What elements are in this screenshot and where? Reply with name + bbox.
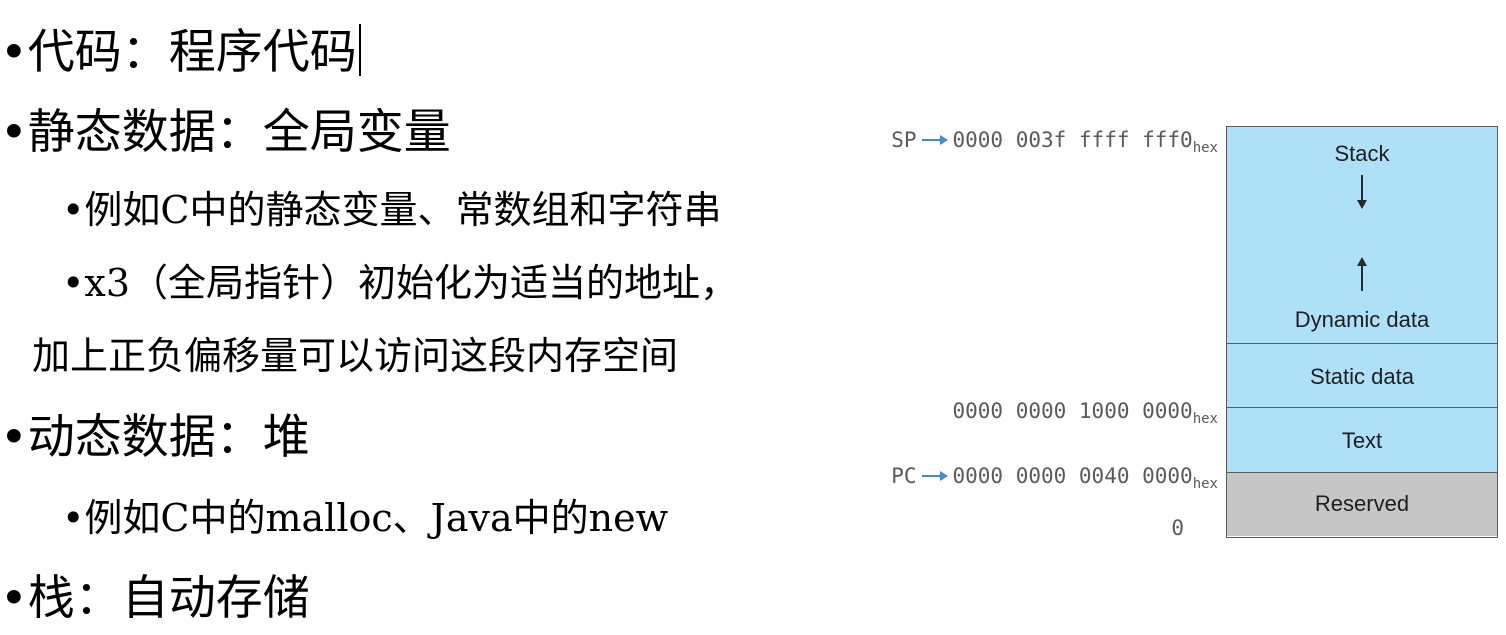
sub-bullet-static-example-text: 例如C中的静态变量、常数组和字符串: [84, 188, 722, 232]
sub-bullet-dynamic-example: •例如C中的malloc、Java中的new: [62, 499, 668, 537]
static-address-value: 0000 0000 1000 0000: [952, 399, 1193, 423]
address-zero: 0: [1171, 516, 1184, 540]
static-hex-suffix: hex: [1192, 411, 1218, 427]
heap-grow-up-arrow: [1357, 257, 1367, 291]
pc-address-value: 0000 0000 0040 0000: [952, 464, 1193, 488]
address-static: 0000 0000 1000 0000hex: [952, 399, 1218, 427]
bullet-stack: •栈：自动存储: [0, 575, 310, 622]
segment-dynamic-label: Dynamic data: [1294, 307, 1430, 332]
segment-static-label: Static data: [1310, 364, 1414, 389]
bullet-glyph: •: [62, 188, 85, 232]
bullet-dynamic-data: •动态数据：堆: [0, 414, 310, 461]
sp-arrow-icon: [922, 135, 949, 145]
segment-text-label: Text: [1341, 428, 1383, 453]
pc-pointer: PC: [891, 464, 949, 488]
address-sp: SP 0000 003f ffff fff0hex: [891, 128, 1218, 156]
sub-bullet-global-pointer-cont: 加上正负偏移量可以访问这段内存空间: [32, 337, 678, 375]
bullet-glyph: •: [62, 261, 85, 305]
bullet-glyph: •: [0, 410, 28, 465]
pc-label: PC: [891, 464, 917, 488]
bullet-static-data-text: 静态数据：全局变量: [27, 105, 451, 160]
bullet-glyph: •: [0, 105, 28, 160]
segment-static-data: Static data: [1227, 343, 1497, 407]
segment-stack-dynamic: Stack Dynamic data: [1227, 127, 1497, 343]
sub-bullet-global-pointer: •x3（全局指针）初始化为适当的地址，: [62, 264, 738, 302]
bullet-dynamic-data-text: 动态数据：堆: [27, 410, 310, 465]
sp-pointer: SP: [891, 128, 949, 152]
stack-grow-down-arrow: [1357, 175, 1367, 209]
bullet-glyph: •: [62, 496, 85, 540]
bullet-stack-text: 栈：自动存储: [27, 571, 310, 626]
bullet-glyph: •: [0, 25, 28, 80]
sp-label: SP: [891, 128, 917, 152]
zero-address-value: 0: [1171, 516, 1184, 540]
bullet-code: •代码：程序代码: [0, 24, 361, 76]
bullet-static-data: •静态数据：全局变量: [0, 109, 451, 156]
sub-bullet-global-pointer-cont-text: 加上正负偏移量可以访问这段内存空间: [32, 334, 679, 378]
bullet-code-text: 代码：程序代码: [27, 25, 357, 80]
segment-reserved: Reserved: [1227, 472, 1497, 536]
memory-layout-diagram: Stack Dynamic data Static data Text Rese…: [1226, 126, 1498, 538]
sub-bullet-static-example: •例如C中的静态变量、常数组和字符串: [62, 191, 722, 229]
bullet-glyph: •: [0, 571, 28, 626]
segment-text: Text: [1227, 407, 1497, 472]
sub-bullet-global-pointer-text: x3（全局指针）初始化为适当的地址，: [84, 261, 739, 305]
segment-stack-label: Stack: [1334, 141, 1390, 166]
sub-bullet-dynamic-example-text: 例如C中的malloc、Java中的new: [84, 496, 669, 540]
pc-hex-suffix: hex: [1192, 476, 1218, 492]
text-cursor: [358, 24, 361, 76]
sp-hex-suffix: hex: [1192, 140, 1218, 156]
sp-address-value: 0000 003f ffff fff0: [952, 128, 1193, 152]
address-pc: PC 0000 0000 0040 0000hex: [891, 464, 1218, 492]
pc-arrow-icon: [922, 471, 949, 481]
segment-reserved-label: Reserved: [1314, 491, 1410, 516]
